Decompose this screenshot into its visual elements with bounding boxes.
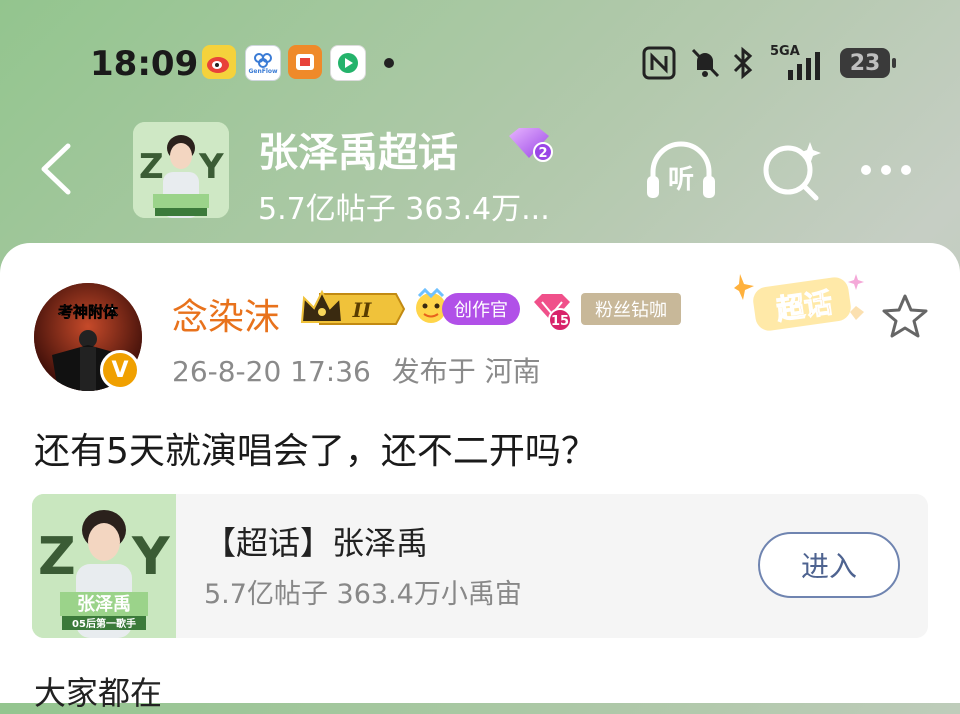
crown-level-text: II	[352, 298, 372, 322]
svg-text:Y: Y	[131, 527, 171, 587]
username[interactable]: 念染沫	[172, 288, 280, 340]
level-gem-number: 2	[538, 146, 547, 161]
chaohua-logo: 超话	[734, 274, 864, 331]
level-gem-icon: 2	[509, 128, 553, 162]
page-title: 张泽禹超话	[258, 130, 458, 176]
nfc-icon	[642, 46, 676, 80]
more-icon	[861, 165, 911, 175]
topic-stats: 5.7亿帖子 363.4万...	[258, 192, 550, 227]
topic-card-title: 【超话】张泽禹	[204, 524, 429, 562]
red-app-icon	[288, 45, 322, 79]
crown-level-badge[interactable]: II	[300, 288, 406, 330]
enter-button[interactable]: 进入	[758, 532, 900, 598]
topic-card-image: Z Y 张泽禹 05后第一歌手	[32, 494, 176, 638]
topic-card-stats: 5.7亿帖子 363.4万小禹宙	[204, 579, 522, 610]
favorite-star-icon[interactable]	[880, 292, 930, 342]
diamond-level-icon[interactable]: 15	[530, 290, 574, 332]
headphones-icon: 听	[647, 141, 715, 198]
mute-bell-icon	[691, 48, 720, 78]
poster-caption: 05后第一歌手	[72, 617, 136, 630]
status-time: 18:09	[90, 44, 199, 84]
battery-indicator: 23	[840, 48, 896, 78]
section-heading-partial: 大家都在	[34, 674, 163, 712]
creator-badge[interactable]: 创作官	[442, 293, 520, 325]
bluetooth-icon	[733, 46, 753, 80]
svg-text:Z: Z	[139, 147, 164, 187]
notification-dot	[384, 58, 394, 68]
genflow-icon: GenFlow	[245, 45, 281, 81]
diamond-level-text: 15	[551, 314, 569, 329]
post-content: 还有5天就演唱会了，还不二开吗？	[34, 431, 597, 472]
fan-badge[interactable]: 粉丝钻咖	[581, 293, 681, 325]
svg-text:Z: Z	[38, 527, 76, 587]
verified-badge-icon: V	[100, 350, 140, 390]
poster-name: 张泽禹	[77, 594, 131, 615]
topic-card[interactable]: Z Y 张泽禹 05后第一歌手 【超话】张泽禹 5.7亿帖子 363.4万小禹宙…	[32, 494, 928, 638]
weibo-icon	[202, 45, 236, 79]
listen-button[interactable]: 听	[645, 138, 717, 204]
post-meta: 26-8-20 17:36 发布于 河南	[172, 350, 541, 390]
signal-icon	[788, 52, 820, 80]
post-location: 发布于 河南	[391, 355, 541, 388]
post-date: 26-8-20 17:36	[172, 355, 371, 388]
avatar-caption: 考神附体	[58, 303, 119, 321]
back-chevron-icon[interactable]	[36, 142, 76, 196]
topic-cover-image[interactable]: Z Y	[133, 122, 229, 218]
search-button[interactable]	[758, 138, 830, 204]
listen-label: 听	[668, 165, 694, 195]
search-sparkle-icon	[763, 142, 821, 201]
status-bar: 18:09 GenFlow 5GA 23	[0, 0, 960, 120]
more-button[interactable]	[858, 138, 930, 204]
video-app-icon	[330, 45, 366, 81]
svg-text:Y: Y	[198, 147, 224, 187]
